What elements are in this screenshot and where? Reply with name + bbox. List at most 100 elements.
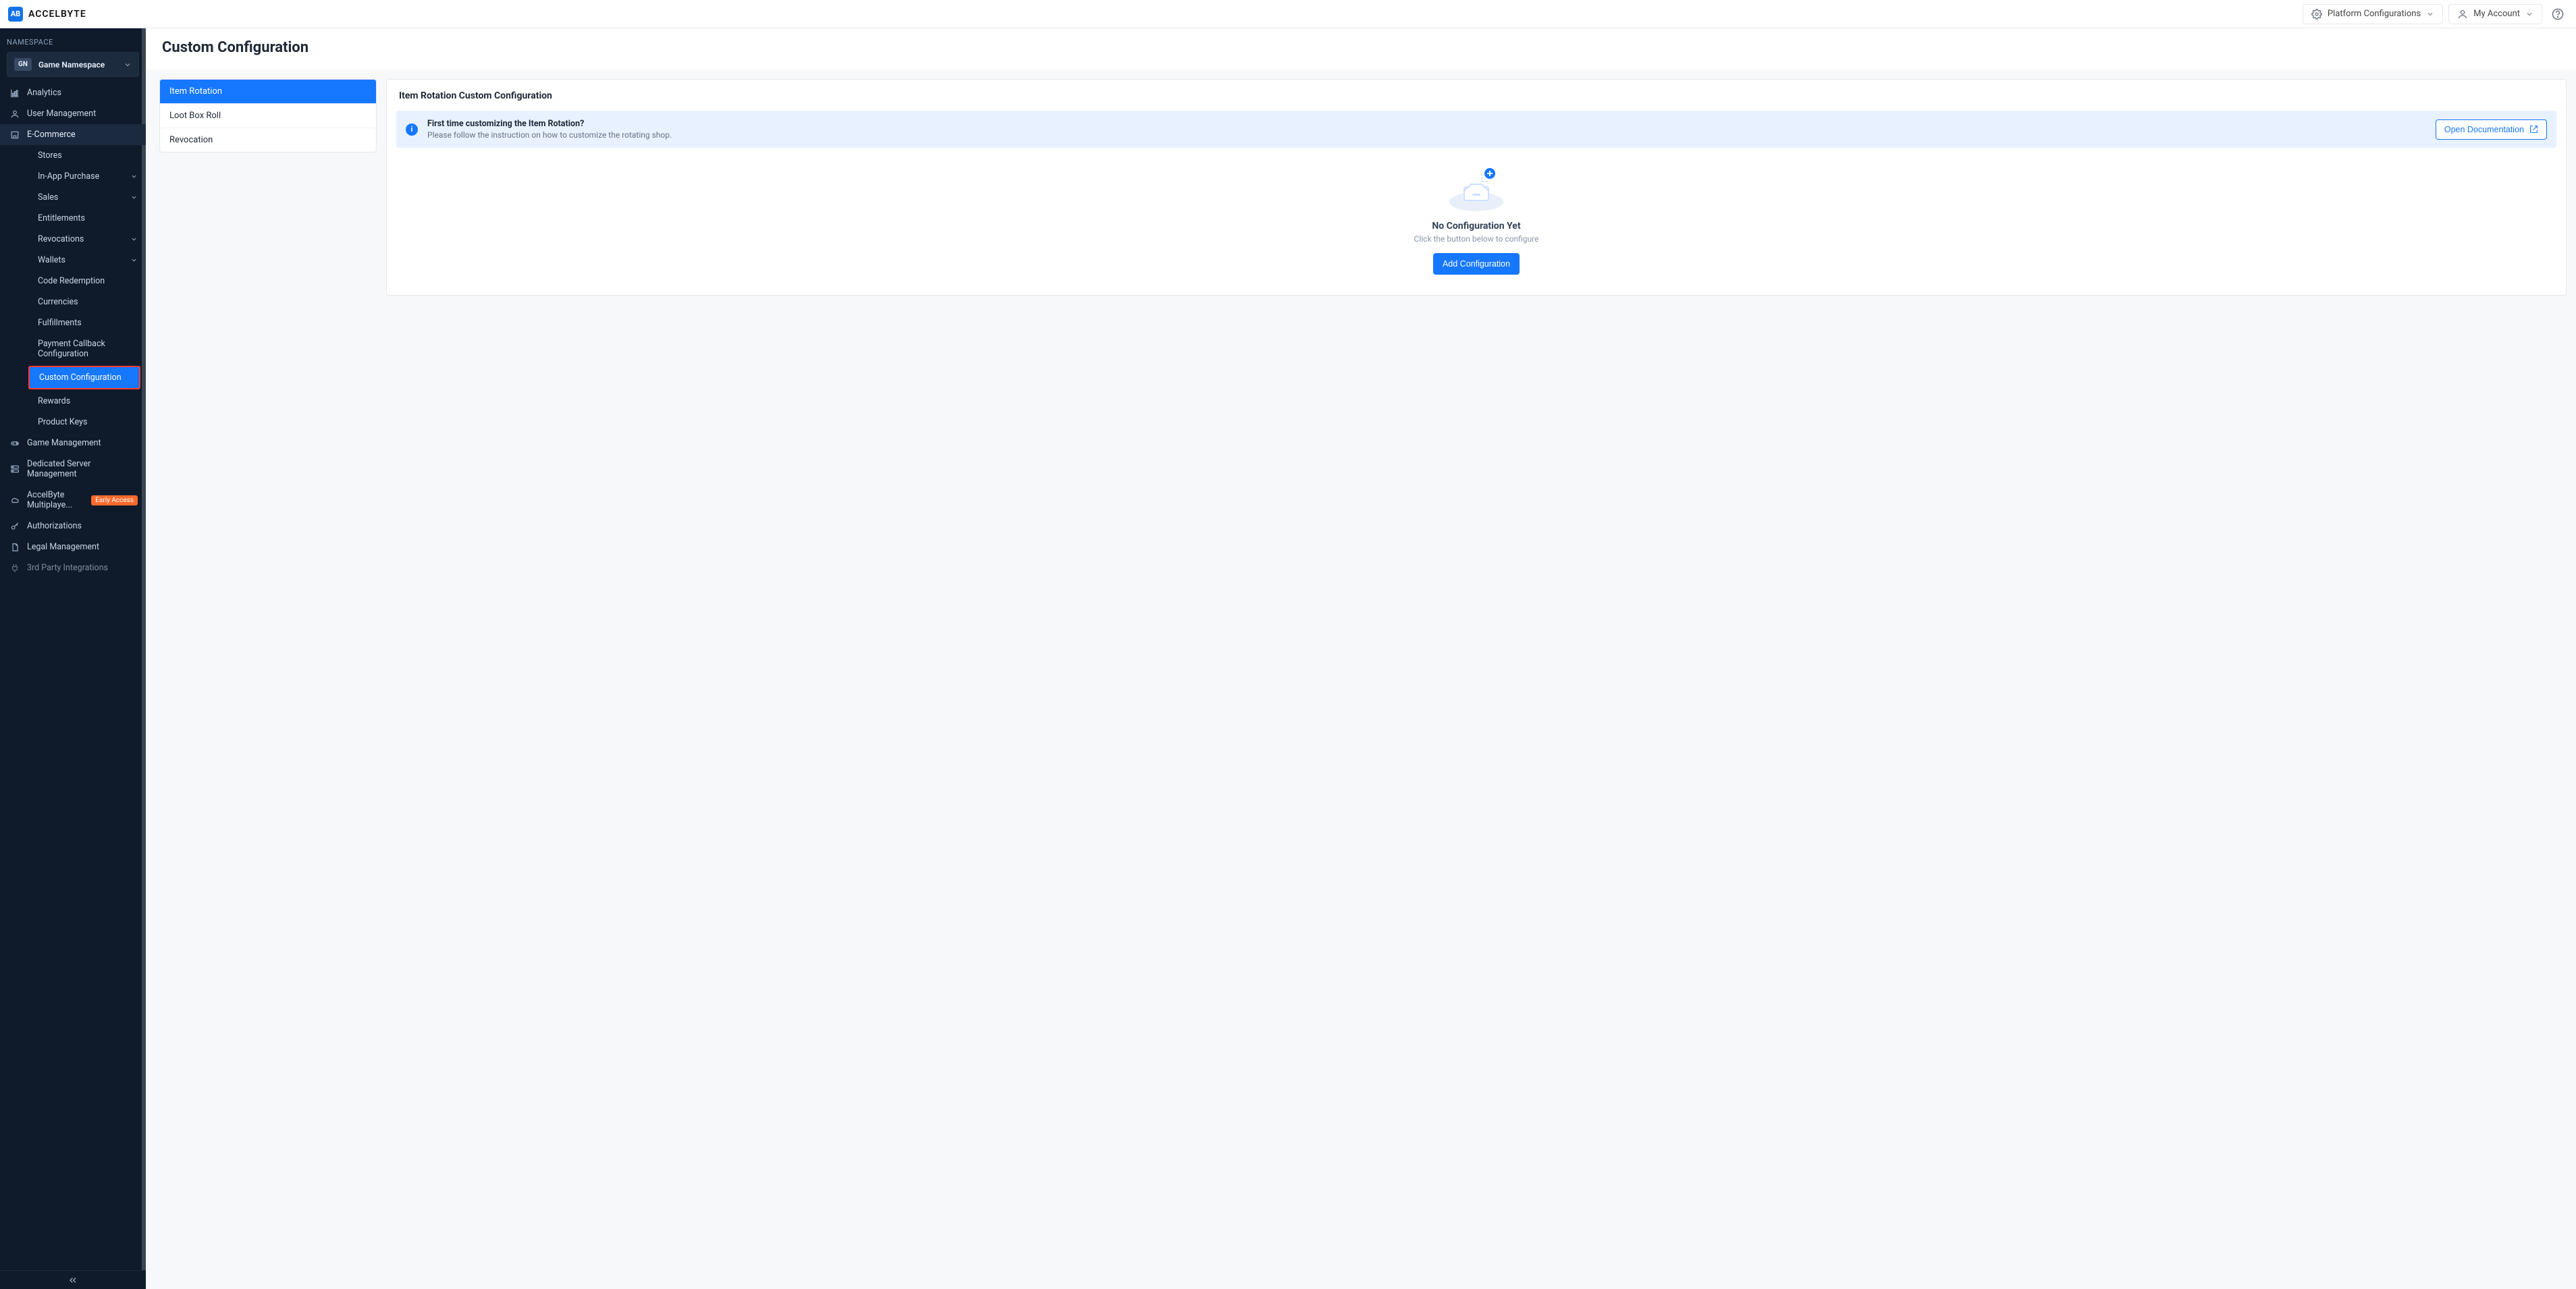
- platform-configurations-menu[interactable]: Platform Configurations: [2303, 4, 2443, 24]
- sidebar-item-label: 3rd Party Integrations: [27, 563, 138, 573]
- empty-subtitle: Click the button below to configure: [1414, 234, 1539, 244]
- gamepad-icon: [9, 439, 20, 448]
- tab-loot-box-roll[interactable]: Loot Box Roll: [160, 104, 376, 128]
- sidebar-item-label: E-Commerce: [27, 130, 138, 140]
- sidebar-item-user-management[interactable]: User Management: [0, 103, 146, 124]
- sidebar-item-third-party[interactable]: 3rd Party Integrations: [0, 557, 146, 578]
- sidebar-item-fulfillments[interactable]: Fulfillments: [14, 312, 146, 333]
- sidebar-item-label: Stores: [38, 150, 138, 161]
- page-header: Custom Configuration: [146, 28, 2576, 70]
- tab-label: Item Rotation: [169, 86, 222, 97]
- add-configuration-button[interactable]: Add Configuration: [1433, 253, 1520, 275]
- sidebar-item-analytics[interactable]: Analytics: [0, 82, 146, 103]
- sidebar-item-label: Authorizations: [27, 521, 138, 531]
- my-account-menu[interactable]: My Account: [2448, 4, 2542, 24]
- sidebar-item-label: Currencies: [38, 297, 138, 307]
- topbar-right: Platform Configurations My Account: [2303, 4, 2568, 24]
- page-title: Custom Configuration: [162, 39, 2560, 56]
- main-content: Custom Configuration Item Rotation Loot …: [146, 28, 2576, 1289]
- sidebar-item-label: Game Management: [27, 438, 138, 448]
- sidebar-item-rewards[interactable]: Rewards: [14, 391, 146, 412]
- sidebar-section-label: NAMESPACE: [0, 28, 146, 52]
- my-account-label: My Account: [2473, 9, 2520, 19]
- empty-title: No Configuration Yet: [1432, 221, 1520, 231]
- sidebar-item-label: Analytics: [27, 88, 138, 98]
- open-documentation-label: Open Documentation: [2444, 125, 2524, 134]
- sidebar-item-label: Code Redemption: [38, 276, 138, 286]
- brand: AB ACCELBYTE: [8, 7, 86, 22]
- sidebar-item-legal-management[interactable]: Legal Management: [0, 537, 146, 557]
- sidebar-item-sales[interactable]: Sales: [14, 187, 146, 208]
- platform-configurations-label: Platform Configurations: [2328, 9, 2421, 19]
- tab-label: Revocation: [169, 135, 213, 145]
- chevron-down-icon: [124, 61, 132, 69]
- help-icon: [2552, 8, 2564, 20]
- sidebar-item-stores[interactable]: Stores: [14, 145, 146, 166]
- tab-revocation[interactable]: Revocation: [160, 128, 376, 152]
- sidebar-item-revocations[interactable]: Revocations: [14, 229, 146, 250]
- sidebar-item-in-app-purchase[interactable]: In-App Purchase: [14, 166, 146, 187]
- sidebar-item-wallets[interactable]: Wallets: [14, 250, 146, 271]
- namespace-name: Game Namespace: [38, 60, 117, 70]
- sidebar-subgroup-ecommerce: Stores In-App Purchase Sales Entitlement…: [0, 145, 146, 433]
- chevron-down-icon: [130, 236, 138, 243]
- server-icon: [9, 464, 20, 474]
- help-button[interactable]: [2548, 4, 2568, 24]
- chevron-double-left-icon: [68, 1275, 78, 1286]
- info-description: Please follow the instruction on how to …: [427, 130, 672, 140]
- chevron-down-icon: [2426, 10, 2434, 18]
- sidebar-item-label: Revocations: [38, 234, 124, 244]
- empty-state: No Configuration Yet Click the button be…: [396, 148, 2556, 281]
- early-access-badge: Early Access: [91, 495, 138, 505]
- add-configuration-label: Add Configuration: [1443, 259, 1510, 269]
- sidebar-item-entitlements[interactable]: Entitlements: [14, 208, 146, 229]
- info-icon: i: [406, 124, 418, 136]
- chart-icon: [9, 88, 20, 98]
- info-banner: i First time customizing the Item Rotati…: [396, 111, 2556, 148]
- config-tabs-card: Item Rotation Loot Box Roll Revocation: [159, 79, 377, 153]
- sidebar-item-product-keys[interactable]: Product Keys: [14, 412, 146, 433]
- empty-tray-icon: [1445, 164, 1507, 213]
- chevron-down-icon: [2525, 10, 2533, 18]
- sidebar-item-label: Payment Callback Configuration: [38, 339, 138, 359]
- sidebar-item-game-management[interactable]: Game Management: [0, 433, 146, 454]
- namespace-badge: GN: [14, 58, 32, 71]
- sidebar-item-dedicated-server[interactable]: Dedicated Server Management: [0, 454, 146, 485]
- sidebar-item-custom-configuration[interactable]: Custom Configuration: [28, 366, 140, 389]
- document-icon: [9, 543, 20, 552]
- sidebar-collapse-button[interactable]: [0, 1270, 146, 1289]
- sidebar-item-label: Sales: [38, 192, 124, 202]
- user-icon: [2457, 9, 2468, 20]
- gear-icon: [2311, 9, 2322, 20]
- tab-label: Loot Box Roll: [169, 111, 221, 121]
- sidebar-item-label: Entitlements: [38, 213, 138, 223]
- store-icon: [9, 130, 20, 140]
- sidebar: NAMESPACE GN Game Namespace Analytics: [0, 28, 146, 1289]
- key-icon: [9, 522, 20, 531]
- sidebar-item-payment-callback-config[interactable]: Payment Callback Configuration: [14, 333, 146, 364]
- brand-name: ACCELBYTE: [28, 9, 86, 20]
- namespace-selector[interactable]: GN Game Namespace: [7, 52, 139, 77]
- sidebar-item-label: In-App Purchase: [38, 171, 124, 182]
- sidebar-item-authorizations[interactable]: Authorizations: [0, 516, 146, 537]
- user-icon: [9, 109, 20, 119]
- chevron-down-icon: [130, 194, 138, 201]
- sidebar-item-label: Fulfillments: [38, 318, 138, 328]
- sidebar-item-label: Rewards: [38, 396, 138, 406]
- external-link-icon: [2529, 125, 2538, 134]
- plug-icon: [9, 564, 20, 573]
- tab-item-rotation[interactable]: Item Rotation: [160, 80, 376, 104]
- sidebar-item-currencies[interactable]: Currencies: [14, 292, 146, 312]
- sidebar-item-label: Wallets: [38, 255, 124, 265]
- panel-header: Item Rotation Custom Configuration: [387, 80, 2566, 111]
- sidebar-item-code-redemption[interactable]: Code Redemption: [14, 271, 146, 292]
- sidebar-item-label: Legal Management: [27, 542, 138, 552]
- sidebar-item-label: Custom Configuration: [39, 373, 131, 383]
- sidebar-item-label: Product Keys: [38, 417, 138, 427]
- sidebar-item-ecommerce[interactable]: E-Commerce: [0, 124, 146, 145]
- topbar: AB ACCELBYTE Platform Configurations My …: [0, 0, 2576, 28]
- sidebar-item-label: AccelByte Multiplaye...: [27, 490, 82, 510]
- cloud-icon: [9, 495, 20, 505]
- sidebar-item-multiplayer[interactable]: AccelByte Multiplaye... Early Access: [0, 485, 146, 516]
- open-documentation-button[interactable]: Open Documentation: [2436, 119, 2547, 140]
